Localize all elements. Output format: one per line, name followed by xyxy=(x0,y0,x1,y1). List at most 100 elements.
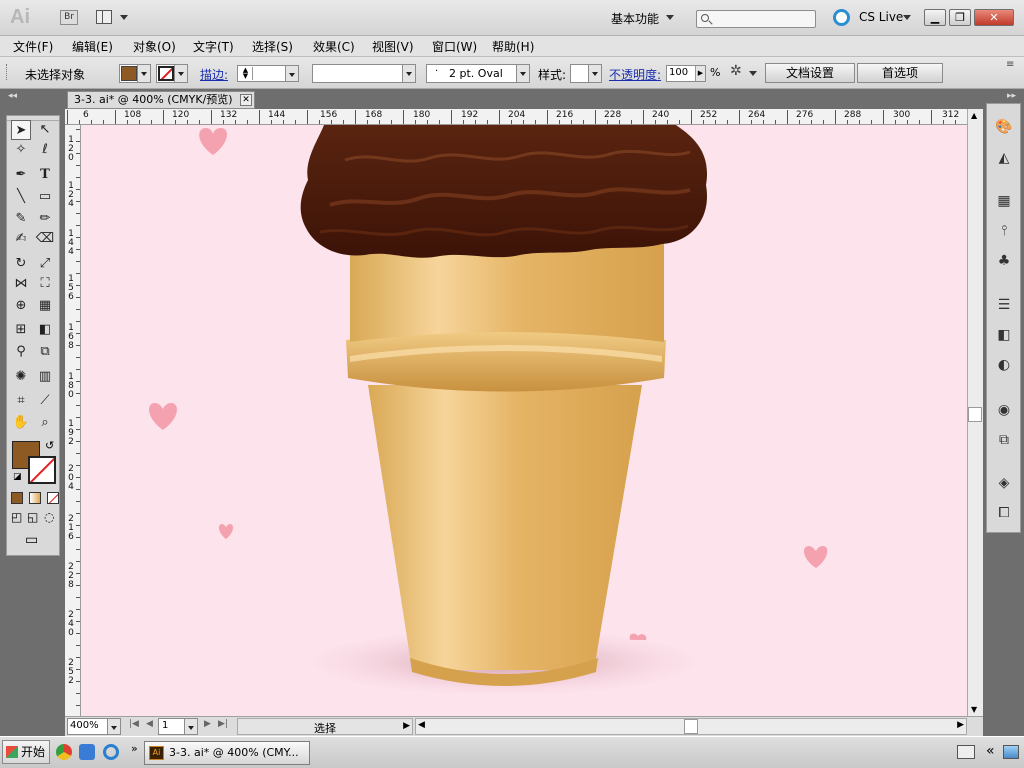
menu-type[interactable]: 文字(T) xyxy=(193,38,234,55)
scroll-down-icon[interactable]: ▼ xyxy=(971,705,977,714)
free-transform-tool[interactable]: ⛶ xyxy=(35,274,55,294)
start-button[interactable]: 开始 xyxy=(2,740,50,764)
grip-icon[interactable] xyxy=(6,64,9,80)
graphic-style-dropdown[interactable] xyxy=(570,64,602,83)
first-artboard-icon[interactable]: |◀ xyxy=(129,719,139,729)
artboard-tool[interactable]: ⌗ xyxy=(11,391,31,411)
pen-tool[interactable]: ✒ xyxy=(11,165,31,185)
horizontal-ruler[interactable]: 6 108 120 132 144 156 168 180 192 204 216 228 240 252… xyxy=(65,109,967,125)
chevron-down-icon[interactable] xyxy=(666,15,674,20)
selection-tool[interactable]: ➤ xyxy=(11,120,31,140)
taskbar-illustrator-window[interactable]: Ai 3-3. ai* @ 400% (CMY... xyxy=(144,741,310,765)
horizontal-scrollbar[interactable]: ◀ ▶ xyxy=(415,718,967,735)
opacity-input[interactable]: 100 ▶ xyxy=(666,65,706,82)
gradient-mode-button[interactable] xyxy=(29,492,41,504)
panel-menu-icon[interactable]: ≡ xyxy=(1006,59,1014,70)
stroke-panel-link[interactable]: 描边: xyxy=(200,66,228,83)
draw-normal-icon[interactable]: ◰ xyxy=(11,510,22,524)
document-tab[interactable]: 3-3. ai* @ 400% (CMYK/预览) ✕ xyxy=(67,91,255,109)
menu-file[interactable]: 文件(F) xyxy=(13,38,53,55)
slice-tool[interactable]: ⟋ xyxy=(35,391,55,411)
menu-window[interactable]: 窗口(W) xyxy=(432,38,477,55)
previous-artboard-icon[interactable]: ◀ xyxy=(146,719,153,729)
close-tab-icon[interactable]: ✕ xyxy=(240,94,252,106)
column-graph-tool[interactable]: ▥ xyxy=(35,367,55,387)
status-menu[interactable]: 选择 ▶ xyxy=(237,718,413,735)
width-tool[interactable]: ⋈ xyxy=(11,274,31,294)
blend-tool[interactable]: ⧉ xyxy=(35,342,55,362)
menu-effect[interactable]: 效果(C) xyxy=(313,38,355,55)
minimize-button[interactable]: ▁ xyxy=(924,9,946,26)
layers-icon[interactable]: ◈ xyxy=(995,474,1013,492)
cs-live-menu[interactable]: CS Live xyxy=(859,10,903,24)
artboard-canvas[interactable] xyxy=(81,125,967,716)
quick-launch-icon[interactable] xyxy=(79,744,95,760)
swap-fill-stroke-icon[interactable]: ↺ xyxy=(45,439,54,452)
more-icon[interactable]: » xyxy=(131,742,138,755)
stroke-color-dropdown[interactable] xyxy=(156,64,188,83)
expand-panels-icon[interactable]: ▸▸ xyxy=(1007,91,1016,101)
arrange-documents-button[interactable] xyxy=(96,9,130,26)
artboard-number-dropdown[interactable]: 1 xyxy=(158,718,198,735)
collapse-panel-icon[interactable]: ◂◂ xyxy=(8,91,17,101)
brush-definition-dropdown[interactable]: · 2 pt. Oval xyxy=(426,64,530,83)
stroke-icon[interactable]: ☰ xyxy=(995,296,1013,314)
direct-selection-tool[interactable]: ↖ xyxy=(35,120,55,140)
vertical-scroll-thumb[interactable] xyxy=(968,407,982,422)
bridge-button[interactable]: Br xyxy=(60,10,78,25)
keyboard-icon[interactable] xyxy=(957,745,975,759)
blob-brush-tool[interactable]: ✍ xyxy=(11,229,31,249)
color-guide-icon[interactable]: ◭ xyxy=(995,149,1013,167)
stroke-weight-input[interactable]: ▲ ▼ xyxy=(237,65,299,82)
lasso-tool[interactable]: ℓ xyxy=(35,140,55,160)
scale-tool[interactable]: ⤢ xyxy=(35,254,55,274)
brushes-icon[interactable]: ⫯ xyxy=(995,222,1013,240)
fill-color-dropdown[interactable] xyxy=(119,64,151,83)
eyedropper-tool[interactable]: ⚲ xyxy=(11,342,31,362)
swatches-icon[interactable]: ▦ xyxy=(995,192,1013,210)
opacity-panel-link[interactable]: 不透明度: xyxy=(609,66,661,83)
chevron-down-icon[interactable] xyxy=(749,71,757,76)
menu-help[interactable]: 帮助(H) xyxy=(492,38,534,55)
color-mode-button[interactable] xyxy=(11,492,23,504)
eraser-tool[interactable]: ⌫ xyxy=(35,229,55,249)
cs-live-icon[interactable] xyxy=(833,9,850,26)
menu-select[interactable]: 选择(S) xyxy=(252,38,293,55)
default-fill-stroke-icon[interactable]: ◪ xyxy=(13,472,22,482)
paintbrush-tool[interactable]: ✎ xyxy=(11,209,31,229)
transparency-icon[interactable]: ◐ xyxy=(995,356,1013,374)
magic-wand-tool[interactable]: ✧ xyxy=(11,140,31,160)
close-button[interactable]: ✕ xyxy=(974,9,1014,26)
line-tool[interactable]: ╲ xyxy=(11,187,31,207)
draw-inside-icon[interactable]: ◌ xyxy=(44,510,54,524)
menu-object[interactable]: 对象(O) xyxy=(133,38,176,55)
symbol-sprayer-tool[interactable]: ✺ xyxy=(11,367,31,387)
draw-behind-icon[interactable]: ◱ xyxy=(27,510,38,524)
mesh-tool[interactable]: ⊞ xyxy=(11,320,31,340)
gradient-icon[interactable]: ◧ xyxy=(995,326,1013,344)
document-setup-button[interactable]: 文档设置 xyxy=(765,63,855,83)
scroll-left-icon[interactable]: ◀ xyxy=(418,720,425,730)
workspace-switcher[interactable]: 基本功能 xyxy=(611,10,659,27)
show-hidden-icons-icon[interactable]: « xyxy=(986,743,995,759)
rectangle-tool[interactable]: ▭ xyxy=(35,187,55,207)
preferences-button[interactable]: 首选项 xyxy=(857,63,943,83)
scroll-up-icon[interactable]: ▲ xyxy=(971,111,977,120)
variable-width-profile-dropdown[interactable] xyxy=(312,64,416,83)
help-search-input[interactable] xyxy=(696,10,816,28)
color-panel-icon[interactable]: 🎨 xyxy=(995,118,1013,136)
pencil-tool[interactable]: ✏ xyxy=(35,209,55,229)
menu-view[interactable]: 视图(V) xyxy=(372,38,414,55)
scroll-right-icon[interactable]: ▶ xyxy=(957,720,964,730)
network-icon[interactable] xyxy=(1003,745,1019,759)
zoom-dropdown[interactable]: 400% xyxy=(67,718,121,735)
restore-button[interactable]: ❐ xyxy=(949,9,971,26)
vertical-ruler[interactable]: 1 2 0 1 2 4 1 4 4 1 5 6 1 6 8 1 8 0 1 9 2 2 0 4… xyxy=(65,125,81,716)
horizontal-scroll-thumb[interactable] xyxy=(684,719,698,734)
symbols-icon[interactable]: ♣ xyxy=(995,252,1013,270)
appearance-icon[interactable]: ◉ xyxy=(995,401,1013,419)
last-artboard-icon[interactable]: ▶| xyxy=(218,719,228,729)
chrome-icon[interactable] xyxy=(56,744,72,760)
chevron-down-icon[interactable] xyxy=(903,15,911,20)
graphic-styles-icon[interactable]: ⧉ xyxy=(995,431,1013,449)
